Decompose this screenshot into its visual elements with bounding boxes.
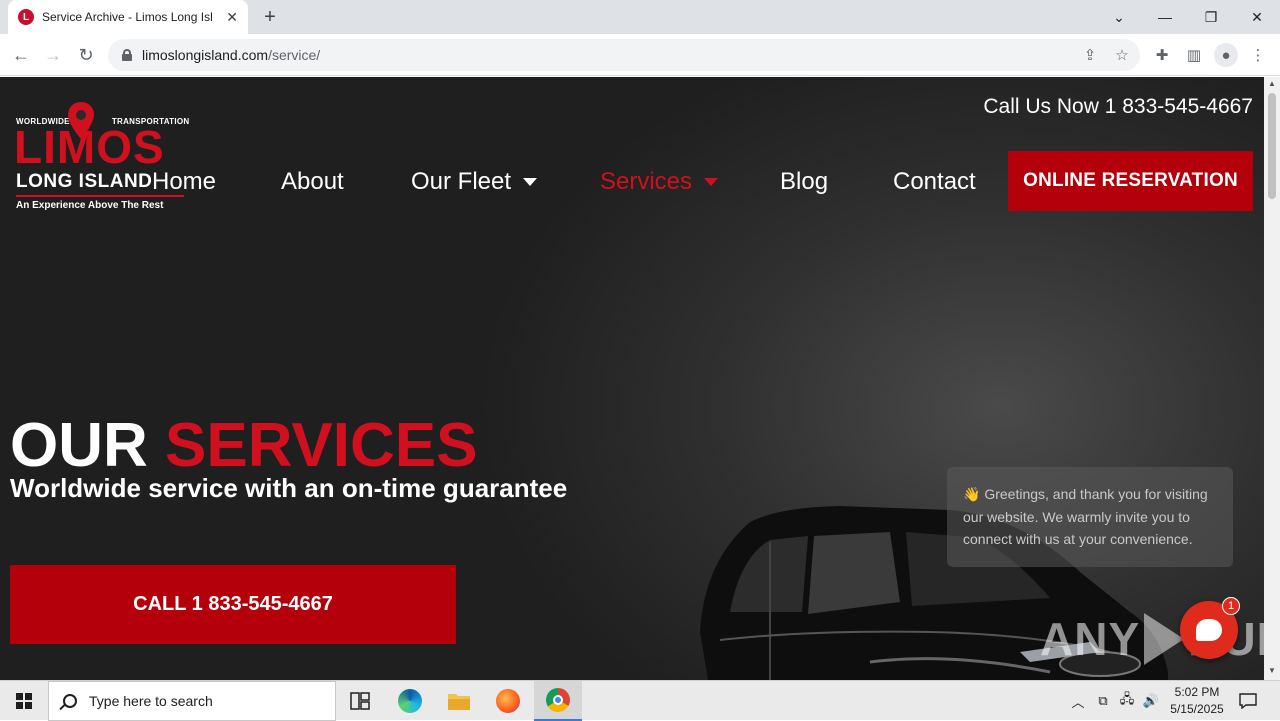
volume-icon[interactable]: 🔊 (1140, 681, 1162, 721)
start-button[interactable] (0, 681, 48, 721)
forward-button[interactable]: → (40, 42, 66, 68)
online-reservation-button[interactable]: ONLINE RESERVATION (1008, 151, 1253, 211)
bookmark-star-icon[interactable]: ☆ (1110, 43, 1134, 67)
url-text: limoslongisland.com/service/ (142, 47, 321, 63)
close-tab-icon[interactable]: ✕ (226, 9, 238, 26)
page-scrollbar[interactable]: ▲ ▼ (1264, 77, 1280, 680)
minimize-button[interactable]: — (1142, 0, 1188, 34)
hero-subtitle: Worldwide service with an on-time guaran… (10, 473, 568, 503)
scroll-down-icon[interactable]: ▼ (1268, 666, 1276, 675)
call-now-link[interactable]: Call Us Now 1 833-545-4667 (983, 95, 1253, 119)
logo-brand-sub: LONG ISLAND (16, 171, 153, 192)
nav-home[interactable]: Home (152, 165, 216, 199)
scroll-up-icon[interactable]: ▲ (1268, 79, 1276, 88)
close-window-button[interactable]: ✕ (1234, 0, 1280, 34)
nav-contact[interactable]: Contact (893, 165, 976, 199)
dropdown-caret-icon (523, 178, 538, 186)
tab-strip: L Service Archive - Limos Long Isl ✕ + ⌄… (0, 0, 1280, 34)
share-icon[interactable]: ⇪ (1078, 43, 1102, 67)
firefox-icon[interactable] (484, 681, 532, 721)
file-explorer-icon[interactable] (435, 681, 483, 721)
side-panel-icon[interactable]: ▥ (1182, 43, 1206, 67)
tab-title: Service Archive - Limos Long Isl (42, 10, 213, 24)
chrome-icon[interactable] (534, 681, 582, 721)
search-placeholder: Type here to search (89, 693, 213, 709)
network-adapter-icon[interactable]: ⧉ (1092, 681, 1114, 721)
back-button[interactable]: ← (8, 42, 34, 68)
new-tab-button[interactable]: + (258, 6, 282, 30)
clock-time: 5:02 PM (1174, 685, 1220, 699)
menu-kebab-icon[interactable]: ⋮ (1246, 43, 1270, 67)
notifications-icon[interactable] (1236, 681, 1260, 721)
wave-icon: 👋 (963, 486, 981, 502)
reload-button[interactable]: ↻ (73, 42, 99, 68)
browser-tab[interactable]: L Service Archive - Limos Long Isl ✕ (8, 0, 248, 34)
chat-greeting-popup[interactable]: 👋 Greetings, and thank you for visiting … (947, 467, 1233, 567)
play-triangle-icon (1144, 613, 1185, 665)
taskbar-search[interactable]: Type here to search (48, 681, 336, 721)
search-icon (63, 694, 77, 708)
scrollbar-thumb[interactable] (1268, 93, 1276, 199)
chat-launcher-button[interactable]: 1 (1180, 597, 1240, 659)
lock-icon[interactable] (122, 49, 132, 61)
browser-toolbar: ← → ↻ limoslongisland.com/service/ ⇪ ☆ ✚… (0, 34, 1280, 76)
nav-about[interactable]: About (281, 165, 344, 199)
nav-services[interactable]: Services (600, 165, 719, 199)
task-view-icon[interactable] (336, 681, 384, 721)
extensions-icon[interactable]: ✚ (1150, 43, 1174, 67)
website-viewport: WORLDWIDE TRANSPORTATION LIMOS LONG ISLAN… (0, 77, 1264, 680)
nav-blog[interactable]: Blog (780, 165, 828, 199)
tab-search-icon[interactable]: ⌄ (1096, 0, 1142, 34)
nav-our-fleet[interactable]: Our Fleet (411, 165, 538, 199)
call-cta-button[interactable]: CALL 1 833-545-4667 (10, 565, 456, 644)
dropdown-caret-icon (704, 178, 719, 186)
chat-unread-badge: 1 (1222, 597, 1240, 615)
show-hidden-icons-chevron-icon[interactable]: ︿ (1068, 681, 1088, 721)
address-bar[interactable]: limoslongisland.com/service/ (108, 39, 1140, 71)
taskbar-clock[interactable]: 5:02 PM 5/15/2025 (1160, 684, 1234, 718)
profile-avatar-icon[interactable]: ● (1214, 43, 1238, 67)
windows-logo-icon (16, 693, 32, 709)
edge-browser-icon[interactable] (386, 681, 434, 721)
logo-tagline: An Experience Above The Rest (16, 200, 164, 211)
chat-bubble-icon (1196, 619, 1222, 641)
taskbar: Type here to search ︿ ⧉ 🖧 🔊 5:02 PM 5/15… (0, 680, 1280, 721)
chat-greeting-text: Greetings, and thank you for visiting ou… (963, 486, 1208, 547)
hero-title: OUR SERVICES (10, 411, 478, 480)
site-favicon-icon: L (18, 9, 34, 25)
logo-brand: LIMOS (14, 121, 165, 173)
restore-button[interactable]: ❐ (1188, 0, 1234, 34)
network-icon[interactable]: 🖧 (1116, 681, 1138, 721)
clock-date: 5/15/2025 (1170, 702, 1224, 716)
